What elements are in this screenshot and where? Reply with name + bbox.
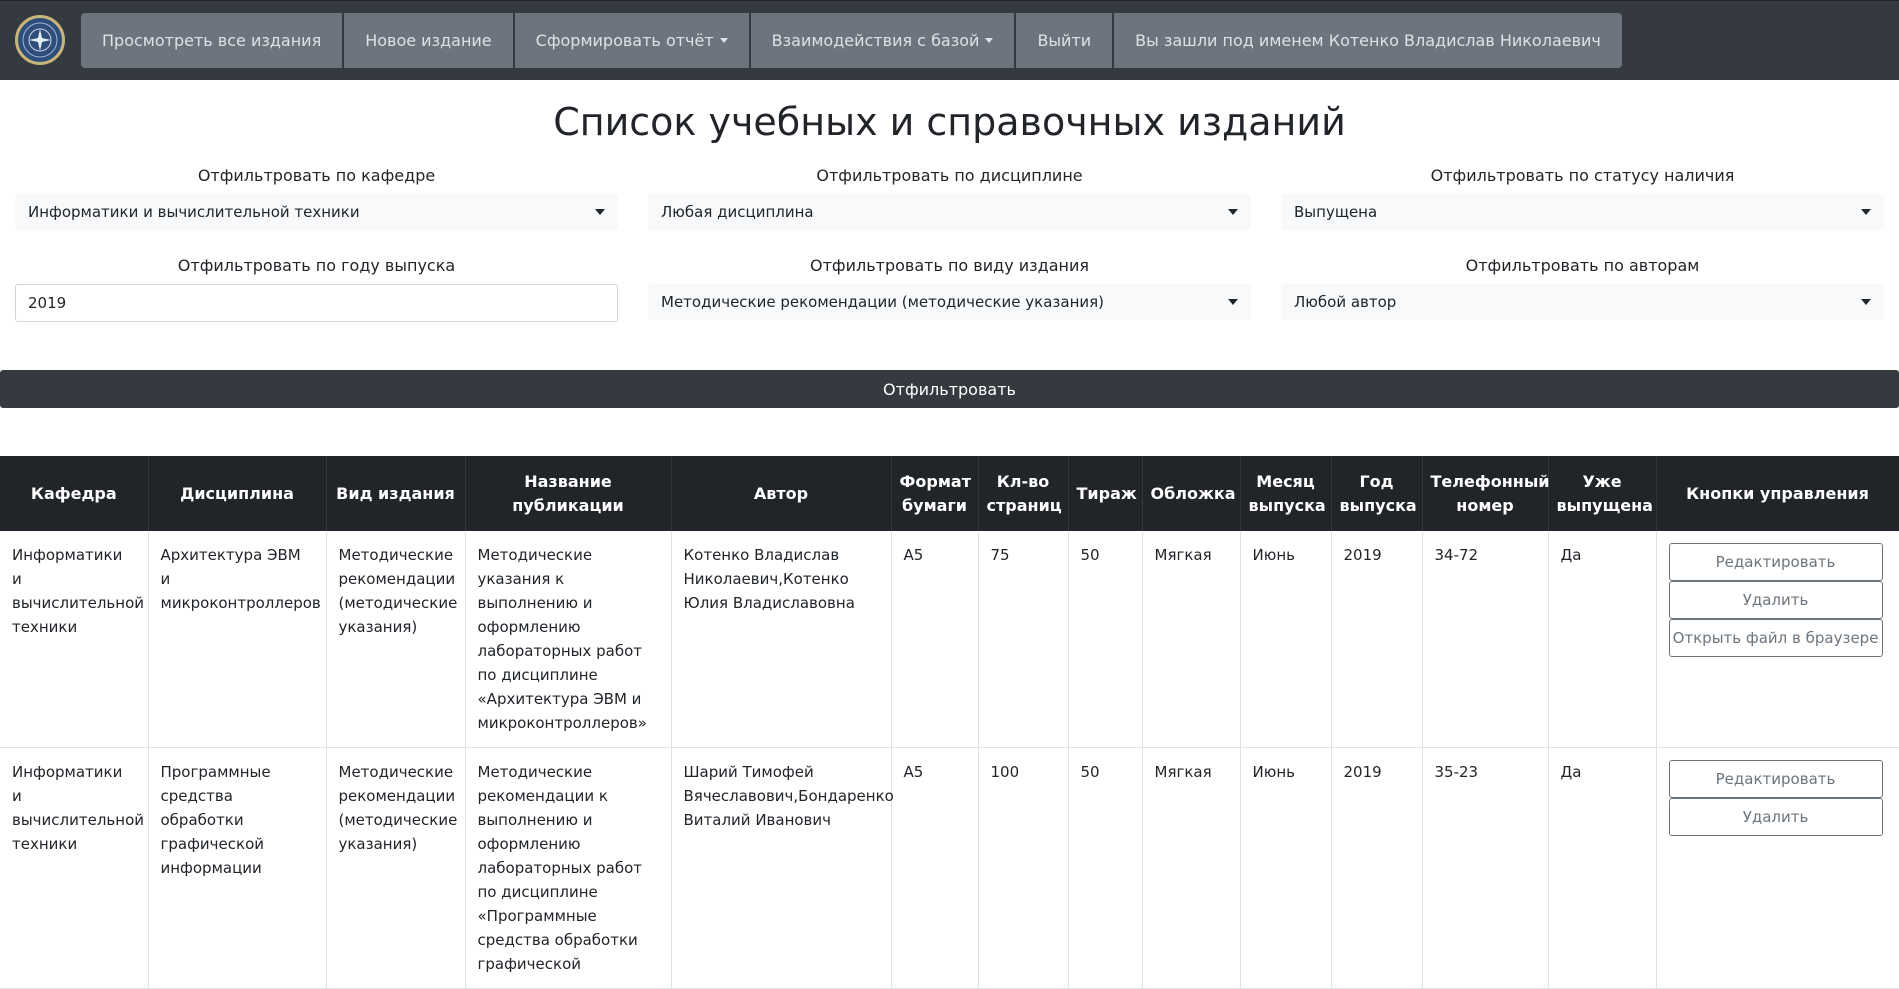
- column-header: Кл-во страниц: [978, 456, 1069, 531]
- filter-discipline-label: Отфильтровать по дисциплине: [816, 166, 1083, 185]
- chevron-down-icon: [595, 209, 605, 215]
- filter-year: Отфильтровать по году выпуска 2019: [15, 254, 618, 346]
- column-header: Год выпуска: [1331, 456, 1423, 531]
- department-select[interactable]: Информатики и вычислительной техники: [15, 194, 618, 230]
- filter-department: Отфильтровать по кафедре Информатики и в…: [15, 164, 618, 254]
- edit-button[interactable]: Редактировать: [1668, 543, 1883, 581]
- table-cell: Методические указания к выполнению и офо…: [465, 531, 672, 748]
- table-cell: 50: [1068, 531, 1143, 748]
- filter-discipline: Отфильтровать по дисциплине Любая дисцип…: [648, 164, 1251, 254]
- chevron-down-icon: [1228, 209, 1238, 215]
- table-row: Информатики и вычислительной техники Арх…: [0, 531, 1899, 748]
- table-cell: 34-72: [1422, 531, 1549, 748]
- editions-table: Кафедра Дисциплина Вид издания Название …: [0, 456, 1899, 989]
- nav-current-user[interactable]: Вы зашли под именем Котенко Владислав Ни…: [1114, 12, 1622, 68]
- table-cell: Мягкая: [1142, 747, 1241, 989]
- table-cell: A5: [891, 531, 979, 748]
- nav-database-dropdown[interactable]: Взаимодействия с базой: [750, 12, 1015, 68]
- column-header: Вид издания: [326, 456, 466, 531]
- nav-report-dropdown[interactable]: Сформировать отчёт: [514, 12, 749, 68]
- table-cell: 35-23: [1422, 747, 1549, 989]
- table-header-row: Кафедра Дисциплина Вид издания Название …: [0, 456, 1899, 531]
- table-cell: 75: [978, 531, 1069, 748]
- table-cell: 2019: [1331, 747, 1423, 989]
- table-cell: Информатики и вычислительной техники: [0, 747, 149, 989]
- main-nav: Просмотреть все издания Новое издание Сф…: [81, 12, 1622, 68]
- column-header: Название публикации: [465, 456, 672, 531]
- filter-year-label: Отфильтровать по году выпуска: [177, 256, 456, 275]
- chevron-down-icon: [1228, 299, 1238, 305]
- table-row: Информатики и вычислительной техники Про…: [0, 747, 1899, 989]
- column-header: Автор: [671, 456, 892, 531]
- table-cell: Мягкая: [1142, 531, 1241, 748]
- table-cell: A5: [891, 747, 979, 989]
- table-cell: Методические рекомендации (методические …: [326, 747, 466, 989]
- delete-button[interactable]: Удалить: [1668, 798, 1883, 836]
- filter-status: Отфильтровать по статусу наличия Выпущен…: [1281, 164, 1884, 254]
- table-cell: Июнь: [1240, 531, 1332, 748]
- column-header: Формат бумаги: [891, 456, 979, 531]
- filters-form: Отфильтровать по кафедре Информатики и в…: [0, 164, 1899, 346]
- edit-button[interactable]: Редактировать: [1668, 760, 1883, 798]
- column-header: Кнопки управления: [1656, 456, 1899, 531]
- caret-down-icon: [985, 37, 994, 43]
- table-cell: 100: [978, 747, 1069, 989]
- table-cell: 2019: [1331, 531, 1423, 748]
- filter-authors-label: Отфильтровать по авторам: [1465, 256, 1700, 275]
- caret-down-icon: [719, 37, 728, 43]
- filter-authors: Отфильтровать по авторам Любой автор: [1281, 254, 1884, 346]
- year-input[interactable]: 2019: [15, 284, 618, 322]
- university-logo-icon[interactable]: [15, 15, 65, 65]
- type-select[interactable]: Методические рекомендации (методические …: [648, 284, 1251, 320]
- table-cell: 50: [1068, 747, 1143, 989]
- nav-new-edition[interactable]: Новое издание: [344, 12, 513, 68]
- table-cell: Программные средства обработки графическ…: [148, 747, 327, 989]
- open-file-button[interactable]: Открыть файл в браузере: [1668, 619, 1883, 657]
- filter-type: Отфильтровать по виду издания Методическ…: [648, 254, 1251, 346]
- column-header: Дисциплина: [148, 456, 327, 531]
- navbar: Просмотреть все издания Новое издание Сф…: [0, 0, 1899, 80]
- nav-view-all-editions[interactable]: Просмотреть все издания: [81, 12, 343, 68]
- column-header: Телефонный номер: [1422, 456, 1550, 531]
- actions-cell: Редактировать Удалить: [1656, 747, 1899, 989]
- actions-cell: Редактировать Удалить Открыть файл в бра…: [1656, 531, 1899, 748]
- table-cell: Да: [1548, 531, 1657, 748]
- page-title: Список учебных и справочных изданий: [553, 100, 1346, 144]
- delete-button[interactable]: Удалить: [1668, 581, 1883, 619]
- table-cell: Шарий Тимофей Вячеславович,Бондаренко Ви…: [671, 747, 894, 989]
- table-cell: Котенко Владислав Николаевич,Котенко Юли…: [671, 531, 892, 748]
- column-header: Кафедра: [0, 456, 149, 531]
- authors-select[interactable]: Любой автор: [1281, 284, 1884, 320]
- table-cell: Информатики и вычислительной техники: [0, 531, 149, 748]
- discipline-select[interactable]: Любая дисциплина: [648, 194, 1251, 230]
- table-cell: Июнь: [1240, 747, 1332, 989]
- column-header: Месяц выпуска: [1240, 456, 1332, 531]
- table-cell: Архитектура ЭВМ и микроконтроллеров: [148, 531, 327, 748]
- filter-department-label: Отфильтровать по кафедре: [197, 166, 436, 185]
- table-cell: Методические рекомендации к выполнению и…: [465, 747, 672, 989]
- nav-logout[interactable]: Выйти: [1016, 12, 1113, 68]
- column-header: Уже выпущена: [1548, 456, 1657, 531]
- column-header: Тираж: [1068, 456, 1143, 531]
- column-header: Обложка: [1142, 456, 1241, 531]
- table-cell: Методические рекомендации (методические …: [326, 531, 466, 748]
- chevron-down-icon: [1861, 209, 1871, 215]
- filter-type-label: Отфильтровать по виду издания: [809, 256, 1090, 275]
- filter-status-label: Отфильтровать по статусу наличия: [1430, 166, 1735, 185]
- table-cell: Да: [1548, 747, 1657, 989]
- chevron-down-icon: [1861, 299, 1871, 305]
- filter-submit-button[interactable]: Отфильтровать: [0, 370, 1899, 408]
- status-select[interactable]: Выпущена: [1281, 194, 1884, 230]
